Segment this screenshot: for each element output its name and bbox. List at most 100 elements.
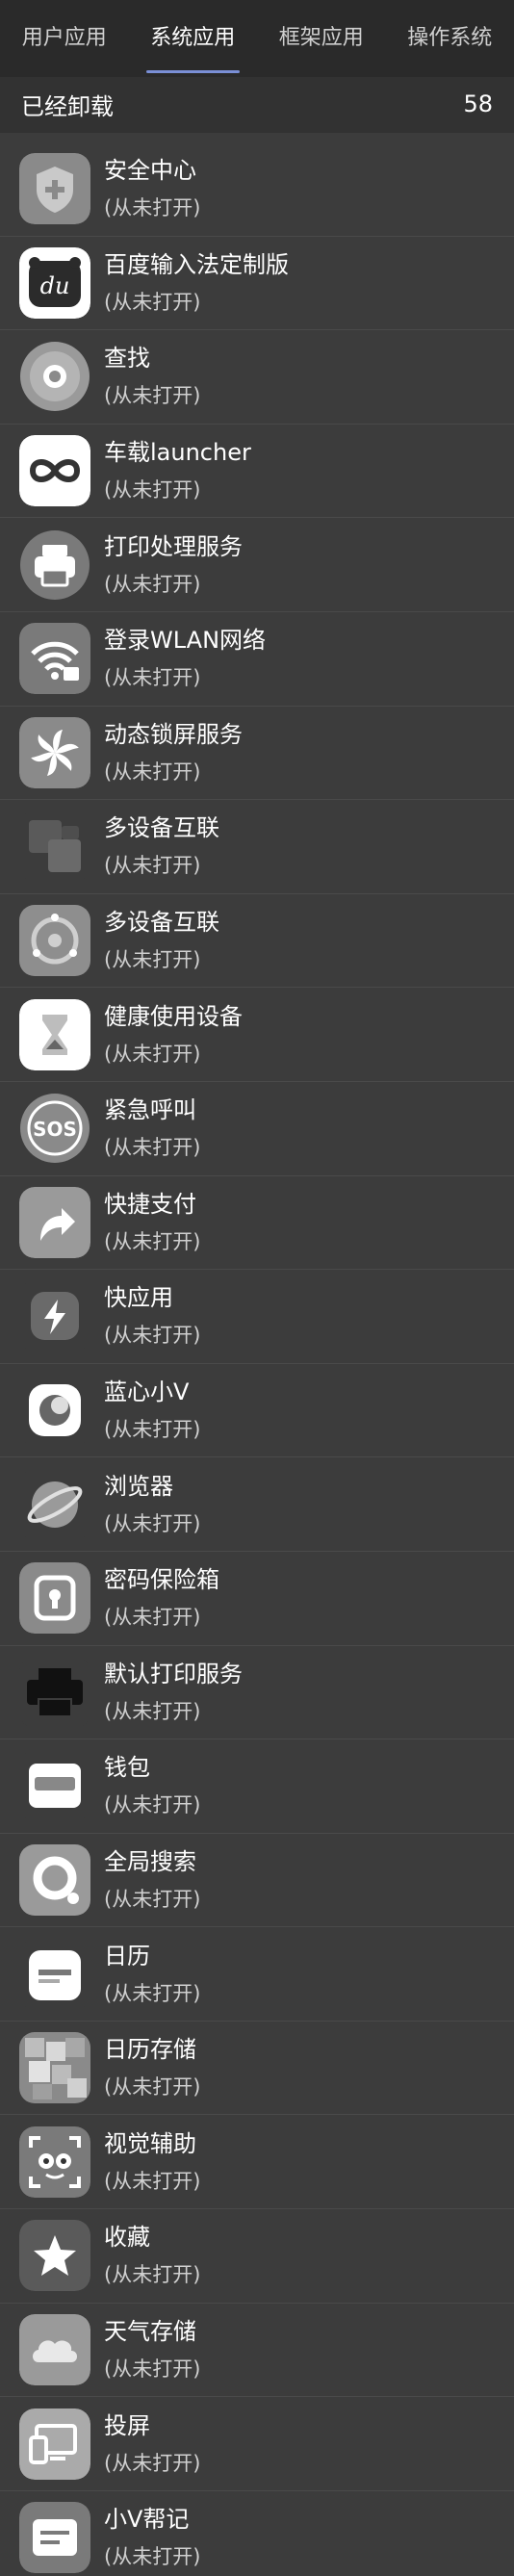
app-name: 百度输入法定制版: [104, 250, 289, 278]
calendar-icon: [19, 1938, 90, 2010]
search-ring-icon: [19, 1843, 90, 1916]
app-text: 打印处理服务 (从未打开): [104, 530, 243, 600]
app-name: 查找: [104, 345, 150, 373]
app-name: 天气存储: [104, 2317, 196, 2345]
app-row[interactable]: 打印处理服务 (从未打开): [0, 518, 514, 612]
app-text: 查找 (从未打开): [104, 342, 200, 411]
app-row[interactable]: 默认打印服务 (从未打开): [0, 1646, 514, 1740]
app-text: 浏览器 (从未打开): [104, 1470, 200, 1539]
app-row[interactable]: 健康使用设备 (从未打开): [0, 988, 514, 1082]
app-row[interactable]: 蓝心小V (从未打开): [0, 1364, 514, 1458]
app-name: 登录WLAN网络: [104, 627, 267, 655]
app-row[interactable]: 日历 (从未打开): [0, 1927, 514, 2022]
multi-circle-icon: [19, 905, 90, 977]
app-text: 日历存储 (从未打开): [104, 2033, 200, 2102]
find-device-icon: [19, 341, 90, 412]
app-status: (从未打开): [104, 1229, 201, 1253]
app-row[interactable]: 查找 (从未打开): [0, 330, 514, 425]
app-status: (从未打开): [104, 666, 201, 690]
app-row[interactable]: 日历存储 (从未打开): [0, 2022, 514, 2116]
app-text: 小V帮记 (从未打开): [104, 2503, 200, 2572]
app-name: 健康使用设备: [104, 1002, 243, 1030]
app-status: (从未打开): [104, 2075, 201, 2099]
app-status: (从未打开): [104, 2357, 201, 2381]
wallet-icon: [19, 1750, 90, 1822]
app-name: 小V帮记: [104, 2506, 190, 2534]
app-status: (从未打开): [104, 1136, 201, 1160]
app-status: (从未打开): [104, 1042, 201, 1066]
infinity-icon: [19, 435, 90, 507]
baidu-ime-icon: du: [19, 246, 90, 319]
app-text: 健康使用设备 (从未打开): [104, 1000, 243, 1069]
app-status: (从未打开): [104, 2545, 201, 2569]
app-row[interactable]: 多设备互联 (从未打开): [0, 800, 514, 894]
app-name: 安全中心: [104, 157, 196, 185]
app-text: 钱包 (从未打开): [104, 1751, 200, 1820]
app-row[interactable]: 投屏 (从未打开): [0, 2397, 514, 2491]
tab-framework-apps[interactable]: 框架应用: [257, 0, 386, 77]
note-icon: [19, 2502, 90, 2574]
app-status: (从未打开): [104, 1606, 201, 1630]
app-status: (从未打开): [104, 1699, 201, 1723]
app-text: 全局搜索 (从未打开): [104, 1845, 200, 1915]
app-name: 快应用: [104, 1284, 173, 1312]
tab-user-apps[interactable]: 用户应用: [0, 0, 129, 77]
app-name: 默认打印服务: [104, 1660, 243, 1687]
tab-os[interactable]: 操作系统: [386, 0, 514, 77]
app-row[interactable]: du 百度输入法定制版 (从未打开): [0, 237, 514, 331]
app-row[interactable]: 安全中心 (从未打开): [0, 142, 514, 237]
app-status: (从未打开): [104, 1793, 201, 1817]
app-name: 投屏: [104, 2411, 150, 2439]
app-name: 视觉辅助: [104, 2129, 196, 2157]
tab-system-apps[interactable]: 系统应用: [129, 0, 258, 77]
app-text: 百度输入法定制版 (从未打开): [104, 248, 289, 318]
star-icon: [19, 2220, 90, 2292]
visual-assist-icon: [19, 2125, 90, 2198]
app-status: (从未打开): [104, 2263, 201, 2287]
app-name: 快捷支付: [104, 1190, 196, 1218]
app-row[interactable]: 快应用 (从未打开): [0, 1270, 514, 1364]
app-row[interactable]: 车载launcher (从未打开): [0, 425, 514, 519]
app-name: 密码保险箱: [104, 1566, 219, 1594]
calendar-storage-icon: [19, 2032, 90, 2104]
hourglass-icon: [19, 998, 90, 1070]
app-name: 收藏: [104, 2224, 150, 2252]
app-row[interactable]: 收藏 (从未打开): [0, 2209, 514, 2304]
app-row[interactable]: 小V帮记 (从未打开): [0, 2491, 514, 2576]
app-row[interactable]: 登录WLAN网络 (从未打开): [0, 612, 514, 707]
app-text: 动态锁屏服务 (从未打开): [104, 718, 243, 787]
wifi-lock-icon: [19, 623, 90, 695]
app-status: (从未打开): [104, 2169, 201, 2193]
app-name: 浏览器: [104, 1472, 173, 1500]
section-count: 58: [463, 90, 493, 117]
app-name: 多设备互联: [104, 909, 219, 937]
app-status: (从未打开): [104, 196, 201, 220]
app-status: (从未打开): [104, 760, 201, 784]
app-name: 动态锁屏服务: [104, 720, 243, 748]
app-name: 钱包: [104, 1754, 150, 1782]
printer-icon: [19, 529, 90, 601]
app-text: 投屏 (从未打开): [104, 2409, 200, 2479]
app-row[interactable]: 视觉辅助 (从未打开): [0, 2115, 514, 2210]
app-row[interactable]: 天气存储 (从未打开): [0, 2304, 514, 2398]
app-row[interactable]: 快捷支付 (从未打开): [0, 1176, 514, 1271]
app-text: 紧急呼叫 (从未打开): [104, 1094, 200, 1163]
app-row[interactable]: 密码保险箱 (从未打开): [0, 1552, 514, 1646]
lightning-icon: [19, 1280, 90, 1352]
app-row[interactable]: SOS 紧急呼叫 (从未打开): [0, 1082, 514, 1176]
app-text: 多设备互联 (从未打开): [104, 811, 219, 881]
app-row[interactable]: 全局搜索 (从未打开): [0, 1834, 514, 1928]
planet-icon: [19, 1468, 90, 1540]
app-text: 视觉辅助 (从未打开): [104, 2127, 200, 2197]
multi-square-icon: [19, 811, 90, 883]
app-status: (从未打开): [104, 1324, 201, 1348]
app-row[interactable]: 钱包 (从未打开): [0, 1739, 514, 1834]
app-row[interactable]: 浏览器 (从未打开): [0, 1457, 514, 1552]
app-status: (从未打开): [104, 948, 201, 972]
tab-bar: 用户应用 系统应用 框架应用 操作系统: [0, 0, 514, 77]
section-header: 已经卸载 58: [0, 75, 514, 133]
app-row[interactable]: 动态锁屏服务 (从未打开): [0, 707, 514, 801]
app-status: (从未打开): [104, 478, 201, 502]
app-row[interactable]: 多设备互联 (从未打开): [0, 894, 514, 989]
app-text: 默认打印服务 (从未打开): [104, 1658, 243, 1727]
